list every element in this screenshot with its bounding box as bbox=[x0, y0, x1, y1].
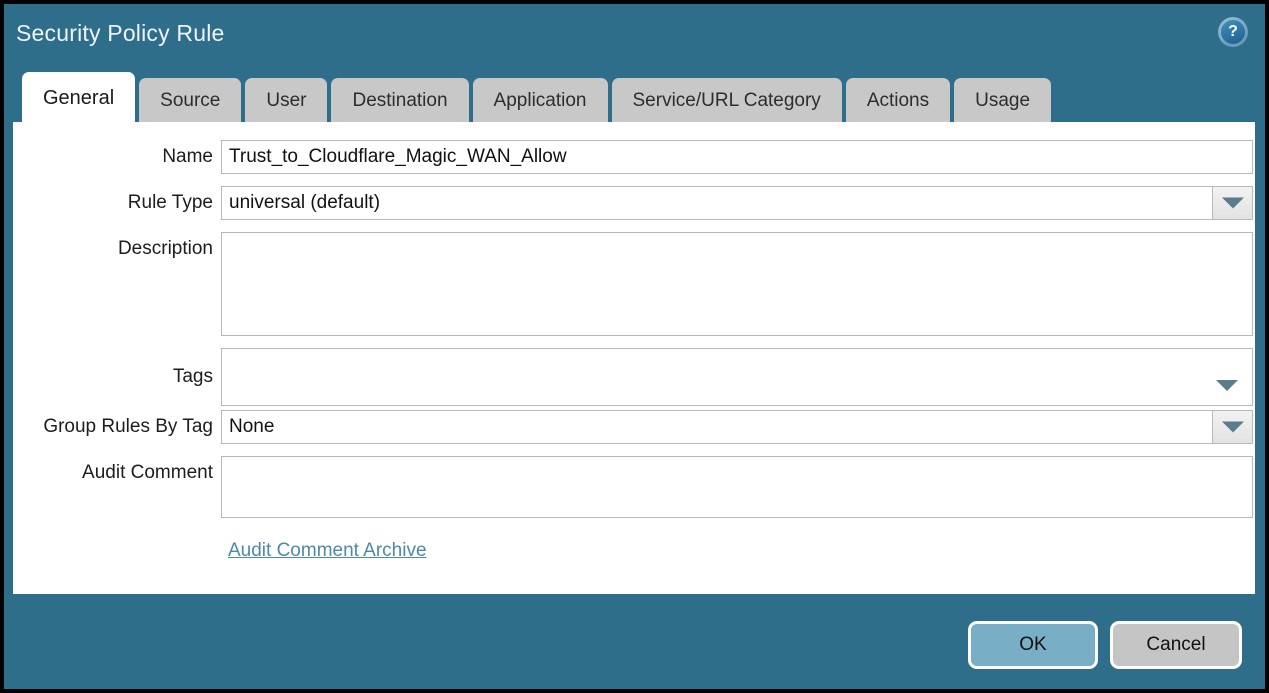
tab-label: Application bbox=[494, 90, 587, 112]
tags-row: Tags bbox=[13, 348, 1255, 406]
tab-general[interactable]: General bbox=[22, 72, 135, 124]
tab-label: User bbox=[266, 90, 306, 112]
tab-service-url-category[interactable]: Service/URL Category bbox=[612, 78, 842, 124]
group-rules-by-tag-select[interactable]: None bbox=[221, 410, 1253, 444]
tab-usage[interactable]: Usage bbox=[954, 78, 1051, 124]
cancel-button[interactable]: Cancel bbox=[1110, 621, 1242, 669]
description-label: Description bbox=[13, 238, 213, 260]
tab-label: Usage bbox=[975, 90, 1030, 112]
tags-input[interactable] bbox=[221, 348, 1253, 406]
general-tab-panel: Name Trust_to_Cloudflare_Magic_WAN_Allow… bbox=[13, 122, 1255, 594]
ok-button-label: OK bbox=[1019, 634, 1046, 656]
help-icon-glyph: ? bbox=[1221, 20, 1245, 44]
tab-label: Destination bbox=[352, 90, 447, 112]
tags-chevron-down-icon[interactable] bbox=[1216, 380, 1238, 391]
description-row: Description bbox=[13, 232, 1255, 336]
tab-user[interactable]: User bbox=[245, 78, 327, 124]
rule-type-value: universal (default) bbox=[229, 192, 380, 214]
rule-type-select[interactable]: universal (default) bbox=[221, 186, 1253, 220]
group-rules-by-tag-label: Group Rules By Tag bbox=[13, 416, 213, 438]
cancel-button-label: Cancel bbox=[1146, 634, 1205, 656]
tab-label: Source bbox=[160, 90, 220, 112]
help-circle-icon[interactable]: ? bbox=[1218, 17, 1248, 47]
name-value: Trust_to_Cloudflare_Magic_WAN_Allow bbox=[229, 146, 567, 168]
name-label: Name bbox=[13, 146, 213, 168]
ok-button[interactable]: OK bbox=[968, 621, 1098, 669]
audit-comment-label: Audit Comment bbox=[13, 462, 213, 484]
tags-label: Tags bbox=[13, 366, 213, 388]
audit-comment-textarea[interactable] bbox=[221, 456, 1253, 518]
rule-type-label: Rule Type bbox=[13, 192, 213, 214]
tab-source[interactable]: Source bbox=[139, 78, 241, 124]
tab-destination[interactable]: Destination bbox=[331, 78, 468, 124]
tab-actions[interactable]: Actions bbox=[846, 78, 950, 124]
group-rules-by-tag-value: None bbox=[229, 416, 274, 438]
rule-type-row: Rule Type universal (default) bbox=[13, 186, 1255, 220]
rule-type-dropdown-button[interactable] bbox=[1212, 187, 1252, 219]
name-row: Name Trust_to_Cloudflare_Magic_WAN_Allow bbox=[13, 140, 1255, 174]
tab-label: Actions bbox=[867, 90, 929, 112]
chevron-down-icon bbox=[1222, 422, 1244, 433]
tab-label: Service/URL Category bbox=[633, 90, 821, 112]
dialog-titlebar: Security Policy Rule ? bbox=[4, 4, 1265, 66]
name-input[interactable]: Trust_to_Cloudflare_Magic_WAN_Allow bbox=[221, 140, 1253, 174]
group-rules-by-tag-row: Group Rules By Tag None bbox=[13, 410, 1255, 444]
security-policy-rule-dialog: Security Policy Rule ? General Source Us… bbox=[4, 4, 1265, 689]
dialog-title: Security Policy Rule bbox=[16, 20, 225, 47]
tab-strip: General Source User Destination Applicat… bbox=[22, 70, 1051, 124]
audit-comment-row: Audit Comment bbox=[13, 456, 1255, 518]
group-rules-by-tag-dropdown-button[interactable] bbox=[1212, 411, 1252, 443]
audit-comment-archive-link[interactable]: Audit Comment Archive bbox=[228, 540, 427, 562]
tab-application[interactable]: Application bbox=[473, 78, 608, 124]
tab-label: General bbox=[43, 87, 114, 110]
description-textarea[interactable] bbox=[221, 232, 1253, 336]
chevron-down-icon bbox=[1222, 198, 1244, 209]
